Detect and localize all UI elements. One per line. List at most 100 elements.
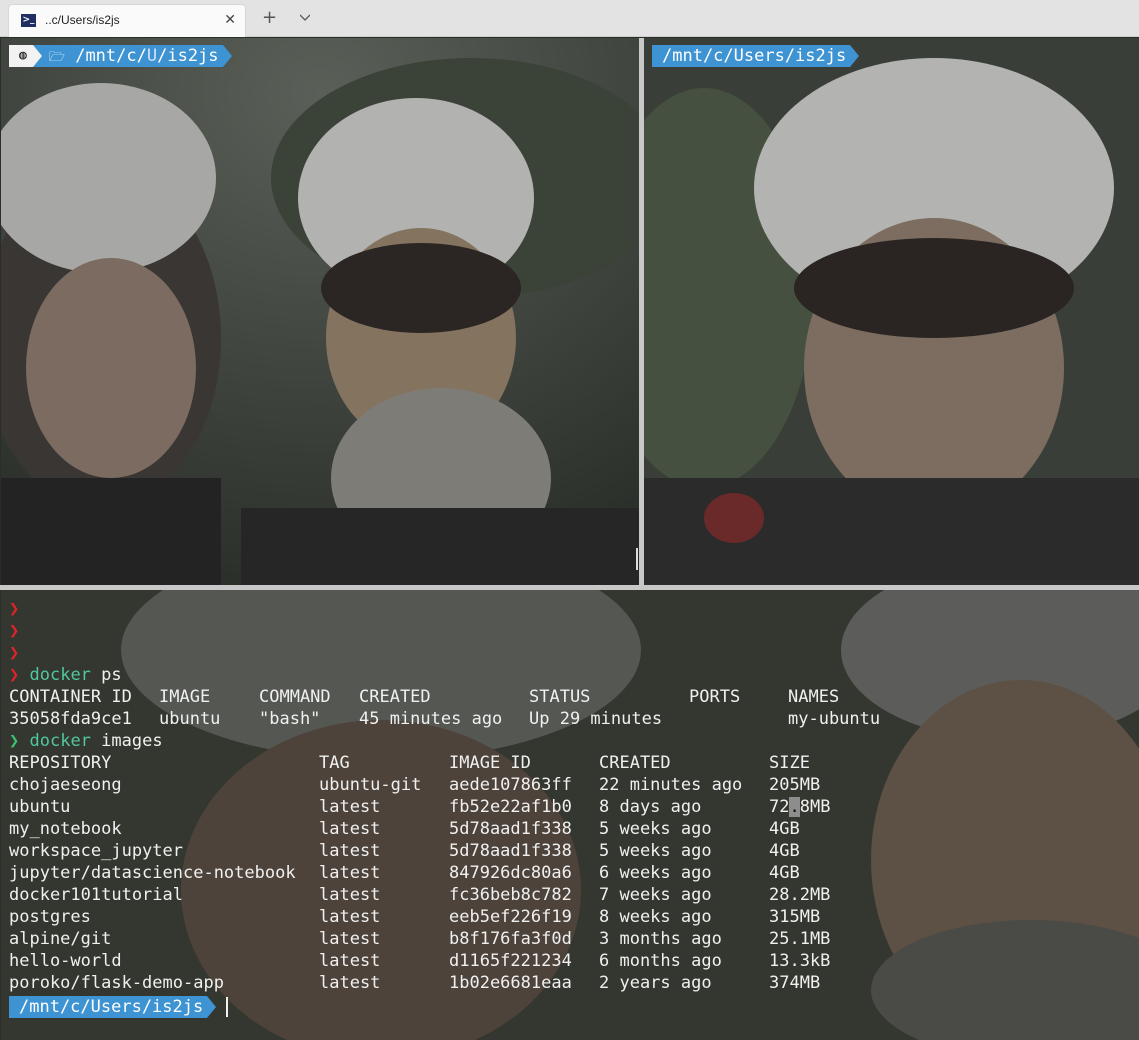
images-cell: 13.3kB	[769, 951, 831, 971]
images-cell: latest	[319, 863, 381, 883]
images-cell: 7 weeks ago	[599, 885, 712, 905]
powershell-icon: >_	[21, 14, 36, 27]
images-cell: 72.8MB	[769, 797, 831, 817]
prompt-top-left: ◍ 🗁 /mnt/c/U/is2js	[9, 45, 232, 67]
text-cursor	[226, 997, 229, 1017]
images-cell: latest	[319, 819, 381, 839]
images-cell: 4GB	[769, 841, 800, 861]
images-cell: 5 weeks ago	[599, 841, 712, 861]
images-cell: 6 weeks ago	[599, 863, 712, 883]
images-cell: hello-world	[9, 951, 122, 971]
images-header: IMAGE ID	[449, 753, 531, 773]
images-row: docker101tutorial latest fc36beb8c782 7 wee…	[9, 884, 830, 906]
images-cell: ubuntu	[9, 797, 71, 817]
images-cell: aede107863ff	[449, 775, 572, 795]
terminal-pane-top-left[interactable]: ◍ 🗁 /mnt/c/U/is2js	[1, 38, 639, 585]
ps-cell: "bash"	[259, 709, 321, 729]
ps-header-row: CONTAINER ID IMAGE COMMAND CREATED STATU…	[9, 686, 839, 708]
images-row: workspace_jupyter latest 5d78aad1f338 5 wee…	[9, 840, 800, 862]
images-cell: 5 weeks ago	[599, 819, 712, 839]
images-row: poroko/flask-demo-app latest 1b02e6681eaa 2…	[9, 972, 820, 994]
images-cell: 4GB	[769, 863, 800, 883]
ps-cell: ubuntu	[159, 709, 221, 729]
empty-prompt-line: ❯	[9, 621, 20, 641]
chevron-down-icon[interactable]	[300, 12, 310, 22]
images-cell: b8f176fa3f0d	[449, 929, 572, 949]
terminal-output: ❯ ❯ ❯ ❯ docker ps CONTAINER ID IMAGE COM…	[9, 598, 880, 1020]
folder-open-icon: 🗁	[48, 50, 65, 65]
images-cell: fb52e22af1b0	[449, 797, 572, 817]
ps-header: CONTAINER ID	[9, 687, 132, 707]
images-cell: 28.2MB	[769, 885, 831, 905]
title-bar: >_ ..c/Users/is2js ✕ +	[0, 0, 1139, 37]
ps-header: CREATED	[359, 687, 431, 707]
ps-header: IMAGE	[159, 687, 211, 707]
images-cell: alpine/git	[9, 929, 112, 949]
ps-cell: 35058fda9ce1	[9, 709, 132, 729]
images-row: postgres latest eeb5ef226f19 8 weeks ago 315…	[9, 906, 820, 928]
ps-cell: Up 29 minutes	[529, 709, 663, 729]
images-header: TAG	[319, 753, 350, 773]
images-cell: 25.1MB	[769, 929, 831, 949]
ps-header: COMMAND	[259, 687, 331, 707]
images-cell: poroko/flask-demo-app	[9, 973, 224, 993]
images-cell: 3 months ago	[599, 929, 722, 949]
images-row: alpine/git latest b8f176fa3f0d 3 months ago…	[9, 928, 830, 950]
images-cell: chojaeseong	[9, 775, 122, 795]
ps-row: 35058fda9ce1 ubuntu "bash" 45 minutes ag…	[9, 708, 880, 730]
ps-cell: my-ubuntu	[788, 709, 881, 729]
ps-header: NAMES	[788, 687, 840, 707]
images-row: ubuntu latest fb52e22af1b0 8 days ago 72.8MB	[9, 796, 830, 818]
background-photo	[644, 38, 1139, 585]
images-header: SIZE	[769, 753, 810, 773]
current-prompt-line[interactable]: /mnt/c/Users/is2js	[9, 994, 229, 1020]
prompt-os-segment: ◍	[9, 45, 42, 67]
tab-terminal[interactable]: >_ ..c/Users/is2js ✕	[8, 4, 246, 37]
images-cell: latest	[319, 885, 381, 905]
images-cell: 6 months ago	[599, 951, 722, 971]
terminal-pane-top-right[interactable]: /mnt/c/Users/is2js	[644, 38, 1139, 585]
images-cell: ubuntu-git	[319, 775, 422, 795]
images-header-row: REPOSITORY TAG IMAGE ID CREATED SIZE	[9, 752, 810, 774]
images-table-body: chojaeseong ubuntu-git aede107863ff 22 minu…	[9, 774, 830, 994]
prompt-bottom: /mnt/c/Users/is2js	[9, 996, 229, 1018]
background-photo	[1, 38, 639, 585]
empty-prompt-line: ❯	[9, 599, 20, 619]
images-row: my_notebook latest 5d78aad1f338 5 weeks ago…	[9, 818, 800, 840]
command-line: ❯ docker images	[9, 731, 163, 751]
prompt-path-segment: /mnt/c/Users/is2js	[652, 45, 851, 67]
images-cell: latest	[319, 929, 381, 949]
close-icon[interactable]: ✕	[224, 11, 236, 29]
images-cell: jupyter/datascience-notebook	[9, 863, 296, 883]
images-cell: 847926dc80a6	[449, 863, 572, 883]
images-cell: 5d78aad1f338	[449, 841, 572, 861]
images-row: chojaeseong ubuntu-git aede107863ff 22 minu…	[9, 774, 820, 796]
images-cell: latest	[319, 907, 381, 927]
images-cell: workspace_jupyter	[9, 841, 183, 861]
images-cell: 374MB	[769, 973, 821, 993]
images-cell: latest	[319, 973, 381, 993]
images-row: jupyter/datascience-notebook latest 847926…	[9, 862, 800, 884]
new-tab-button[interactable]: +	[262, 9, 277, 27]
images-cell: 8 days ago	[599, 797, 702, 817]
command-line: ❯ docker ps	[9, 665, 122, 685]
images-header: REPOSITORY	[9, 753, 112, 773]
ubuntu-icon: ◍	[19, 48, 27, 63]
terminal-pane-bottom[interactable]: ❯ ❯ ❯ ❯ docker ps CONTAINER ID IMAGE COM…	[1, 590, 1139, 1040]
images-cell: 1b02e6681eaa	[449, 973, 572, 993]
images-cell: 8 weeks ago	[599, 907, 712, 927]
ps-header: STATUS	[529, 687, 591, 707]
images-cell: latest	[319, 797, 381, 817]
images-cell: 22 minutes ago	[599, 775, 743, 795]
images-cell: docker101tutorial	[9, 885, 183, 905]
images-cell: 5d78aad1f338	[449, 819, 572, 839]
images-row: hello-world latest d1165f221234 6 months ag…	[9, 950, 830, 972]
scrollbar[interactable]	[636, 548, 638, 570]
images-cell: fc36beb8c782	[449, 885, 572, 905]
empty-prompt-line: ❯	[9, 643, 20, 663]
prompt-path-segment: /mnt/c/Users/is2js	[9, 996, 208, 1018]
images-cell: 4GB	[769, 819, 800, 839]
images-cell: d1165f221234	[449, 951, 572, 971]
ps-header: PORTS	[689, 687, 741, 707]
images-cell: 2 years ago	[599, 973, 712, 993]
